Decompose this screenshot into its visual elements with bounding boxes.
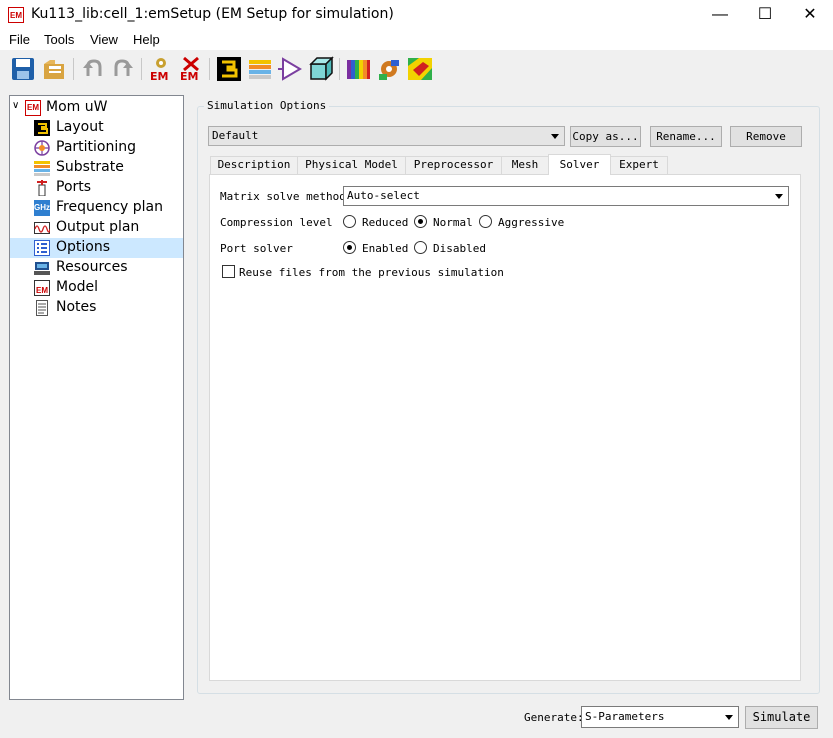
port-solver-disabled-label: Disabled <box>433 242 486 255</box>
tree-item-substrate[interactable]: Substrate <box>10 158 183 178</box>
menu-view[interactable]: View <box>90 32 118 47</box>
substrate-icon[interactable] <box>247 56 273 82</box>
visualization-icon[interactable] <box>407 56 433 82</box>
tree-item-notes[interactable]: Notes <box>10 298 183 318</box>
title-bar: EM Ku113_lib:cell_1:emSetup (EM Setup fo… <box>0 0 833 30</box>
matrix-solve-value: Auto-select <box>347 189 420 202</box>
em-settings-icon[interactable]: EM <box>148 56 174 83</box>
reuse-files-label: Reuse files from the previous simulation <box>239 266 504 279</box>
simulate-button[interactable]: Simulate <box>745 706 818 729</box>
copy-as-button[interactable]: Copy as... <box>570 126 641 147</box>
tree-root-mom-uw[interactable]: ∨ EM Mom uW <box>10 98 183 118</box>
rename-button[interactable]: Rename... <box>650 126 722 147</box>
tree-item-label: Model <box>56 279 99 295</box>
chevron-down-icon <box>725 715 733 720</box>
port-solver-enabled-radio[interactable] <box>343 241 356 254</box>
compression-normal-label: Normal <box>433 216 473 229</box>
tree-item-label: Substrate <box>56 159 124 175</box>
layout-icon[interactable] <box>216 56 242 82</box>
tree-item-label: Options <box>56 239 111 255</box>
model-icon: EM <box>34 280 50 296</box>
maximize-button[interactable]: ☐ <box>742 0 788 30</box>
tab-preprocessor[interactable]: Preprocessor <box>405 156 502 174</box>
undo-icon[interactable] <box>80 56 106 82</box>
remove-button[interactable]: Remove <box>730 126 802 147</box>
navigation-tree: ∨ EM Mom uW Layout Partitioning Substrat… <box>9 95 184 700</box>
tree-item-label: Frequency plan <box>56 199 164 215</box>
box-3d-icon[interactable] <box>308 56 334 82</box>
menu-file[interactable]: File <box>9 32 30 47</box>
redo-icon[interactable] <box>110 56 136 82</box>
tab-solver[interactable]: Solver <box>548 154 611 175</box>
output-plan-icon <box>34 220 51 236</box>
chevron-down-icon <box>775 194 783 199</box>
tree-item-label: Output plan <box>56 219 140 235</box>
menu-bar: File Tools View Help <box>0 30 833 50</box>
options-icon <box>34 240 50 256</box>
em-delete-icon[interactable]: EM <box>178 56 204 83</box>
menu-help[interactable]: Help <box>133 32 160 47</box>
tree-item-label: Resources <box>56 259 128 275</box>
tree-item-model[interactable]: EM Model <box>10 278 183 298</box>
app-icon: EM <box>8 7 24 23</box>
port-solver-label: Port solver <box>220 242 293 255</box>
port-triangle-icon[interactable] <box>278 56 304 82</box>
ports-icon <box>34 180 50 197</box>
preset-value: Default <box>212 129 259 142</box>
matrix-solve-select[interactable]: Auto-select <box>343 186 789 206</box>
substrate-icon <box>34 160 50 176</box>
tree-item-output-plan[interactable]: Output plan <box>10 218 183 238</box>
menu-tools[interactable]: Tools <box>44 32 74 47</box>
tree-item-layout[interactable]: Layout <box>10 118 183 138</box>
frequency-icon: GHz <box>34 200 50 216</box>
generate-select[interactable]: S-Parameters <box>581 706 739 728</box>
resources-icon <box>34 260 50 276</box>
tree-item-label: Notes <box>56 299 97 315</box>
port-solver-disabled-radio[interactable] <box>414 241 427 254</box>
tree-item-label: Layout <box>56 119 104 135</box>
window-title: Ku113_lib:cell_1:emSetup (EM Setup for s… <box>31 6 394 22</box>
partitioning-icon <box>34 140 50 156</box>
tab-expert[interactable]: Expert <box>610 156 668 174</box>
group-title: Simulation Options <box>204 99 330 112</box>
compression-aggressive-radio[interactable] <box>479 215 492 228</box>
em-icon: EM <box>25 100 41 116</box>
tree-item-ports[interactable]: Ports <box>10 178 183 198</box>
chevron-down-icon <box>551 134 559 139</box>
tree-item-label: Partitioning <box>56 139 136 155</box>
notes-icon <box>34 300 50 316</box>
compression-reduced-label: Reduced <box>362 216 409 229</box>
tree-item-partitioning[interactable]: Partitioning <box>10 138 183 158</box>
toolbar: EM EM <box>0 52 833 86</box>
tree-item-resources[interactable]: Resources <box>10 258 183 278</box>
preset-select[interactable]: Default <box>208 126 565 146</box>
compression-reduced-radio[interactable] <box>343 215 356 228</box>
solver-tab-panel <box>209 174 801 681</box>
colormap-icon[interactable] <box>345 56 371 82</box>
generate-label: Generate: <box>524 711 584 724</box>
tree-item-label: Ports <box>56 179 92 195</box>
svg-text:EM: EM <box>180 70 198 82</box>
compression-normal-radio[interactable] <box>414 215 427 228</box>
tab-physical-model[interactable]: Physical Model <box>297 156 406 174</box>
port-solver-enabled-label: Enabled <box>362 242 409 255</box>
tree-item-options[interactable]: Options <box>10 238 183 258</box>
close-button[interactable]: ✕ <box>787 0 833 30</box>
tab-mesh[interactable]: Mesh <box>501 156 549 174</box>
matrix-solve-label: Matrix solve method <box>220 190 346 203</box>
mesh-tool-icon[interactable] <box>376 56 402 82</box>
minimize-button[interactable]: — <box>697 0 743 30</box>
tab-description[interactable]: Description <box>210 156 298 174</box>
tree-item-frequency-plan[interactable]: GHz Frequency plan <box>10 198 183 218</box>
layout-icon <box>34 120 50 136</box>
compression-aggressive-label: Aggressive <box>498 216 565 229</box>
svg-text:EM: EM <box>150 70 168 82</box>
open-icon[interactable] <box>41 56 67 82</box>
tree-root-label: Mom uW <box>46 99 108 115</box>
reuse-files-checkbox[interactable] <box>222 265 235 278</box>
save-icon[interactable] <box>10 56 36 82</box>
generate-value: S-Parameters <box>585 710 665 723</box>
chevron-down-icon[interactable]: ∨ <box>12 100 19 111</box>
compression-label: Compression level <box>220 216 333 229</box>
